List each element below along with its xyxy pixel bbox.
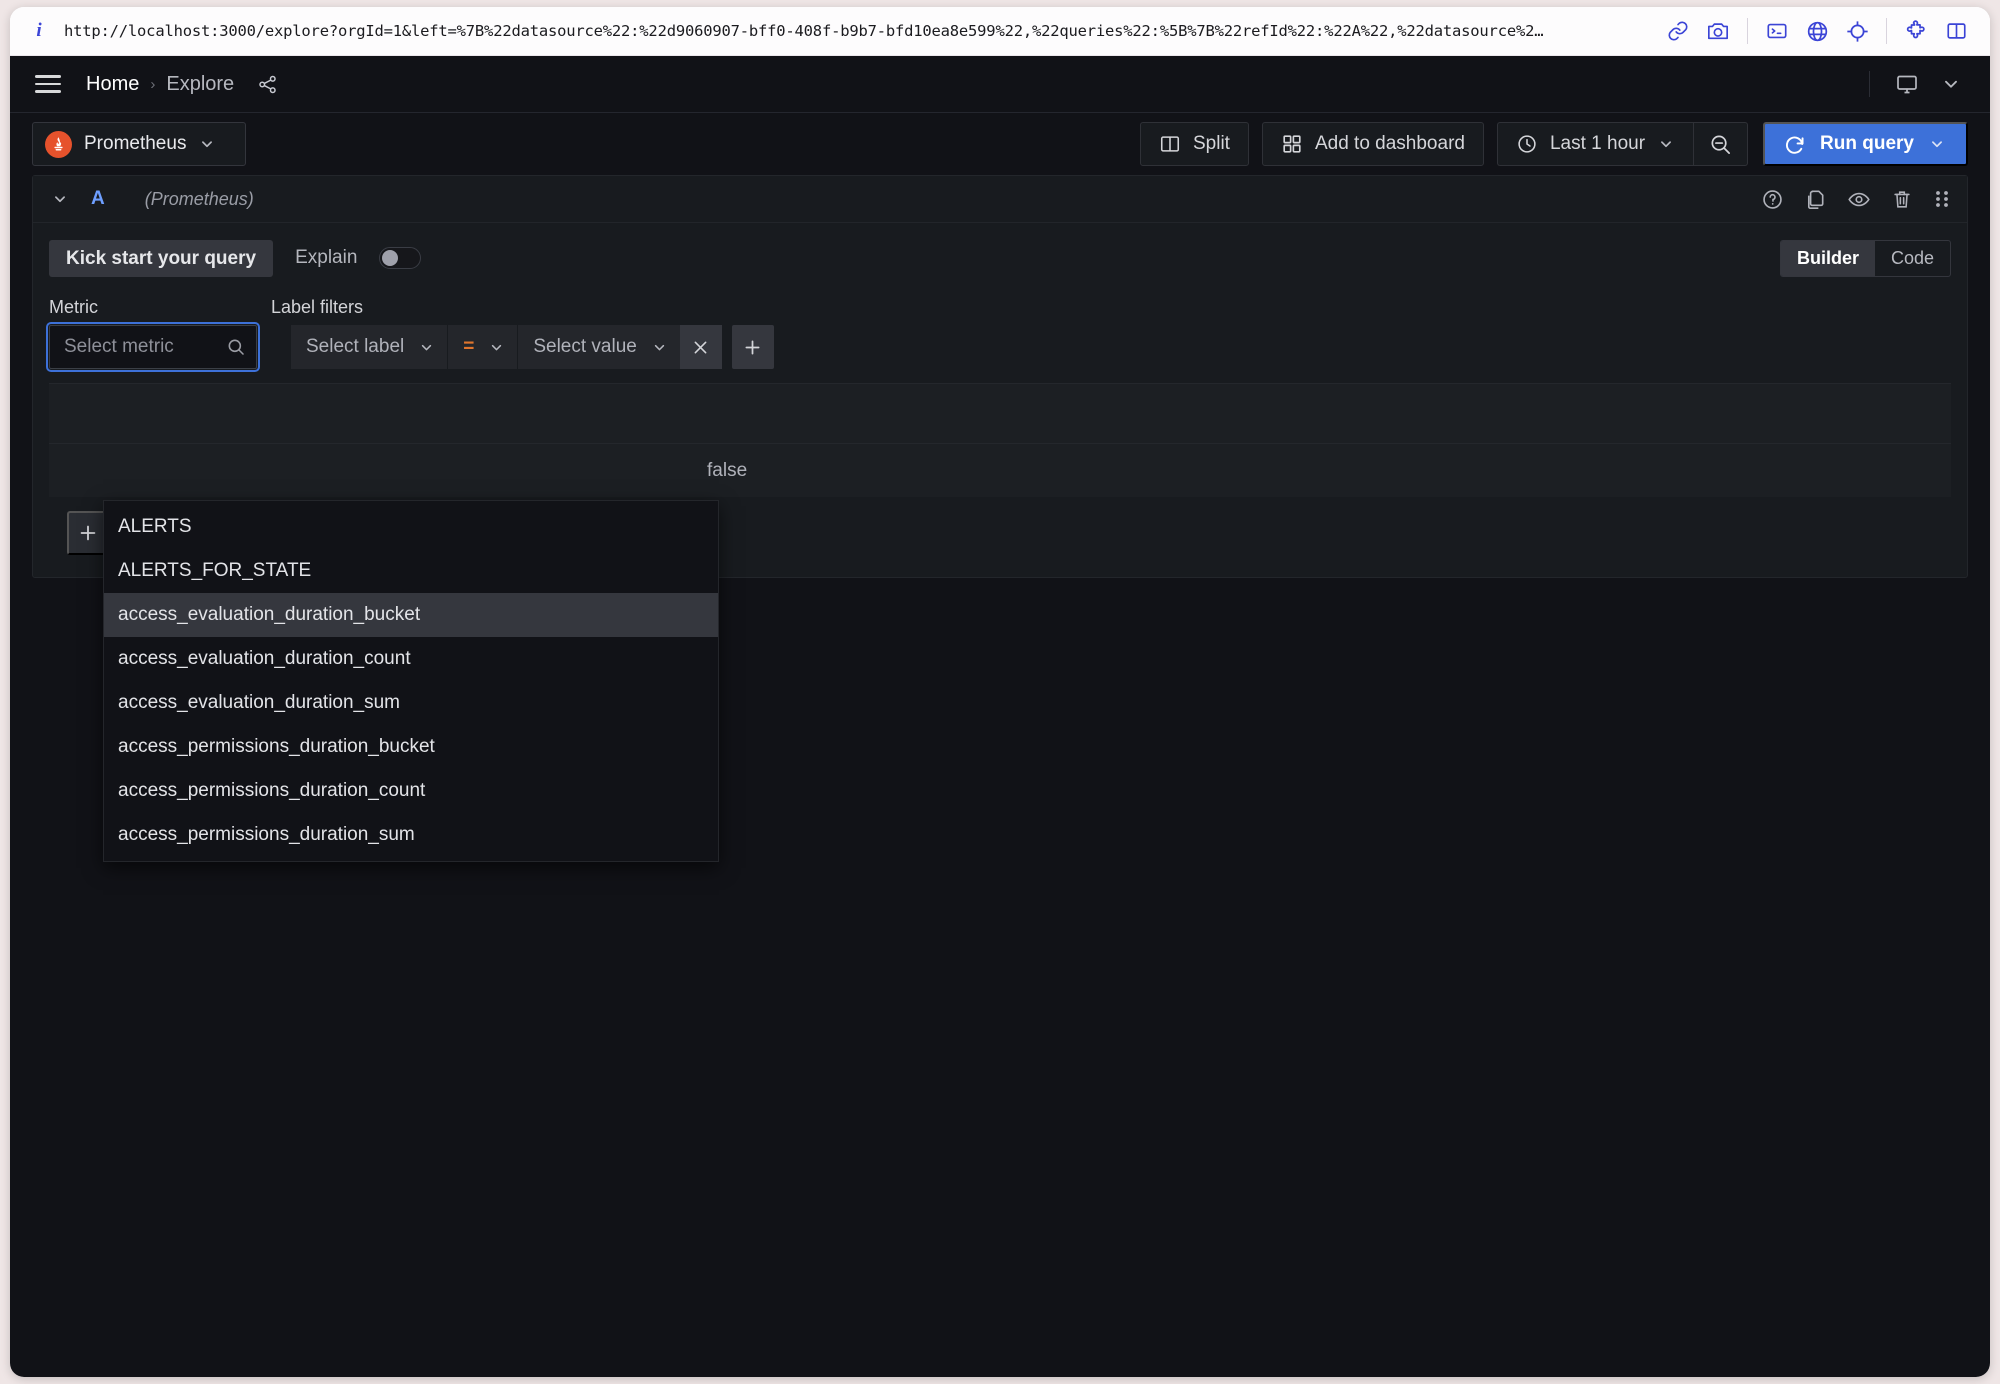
grafana-app: Home › Explore: [10, 56, 1990, 1377]
time-range-group: Last 1 hour: [1497, 122, 1748, 166]
remove-label-filter-button[interactable]: [680, 325, 722, 369]
collapse-chevron-icon[interactable]: [47, 190, 73, 208]
label-filters-section-label: Label filters: [271, 297, 363, 318]
navbar-divider: [1869, 71, 1870, 97]
share-icon[interactable]: [257, 74, 278, 95]
browser-url-bar: i http://localhost:3000/explore?orgId=1&…: [10, 7, 1990, 56]
metric-option[interactable]: access_permissions_duration_count: [104, 769, 718, 813]
clock-icon: [1516, 133, 1538, 155]
split-icon: [1159, 133, 1181, 155]
metric-option[interactable]: access_evaluation_duration_count: [104, 637, 718, 681]
search-icon: [226, 337, 246, 357]
query-row-actions: [1761, 188, 1951, 211]
metric-option[interactable]: ALERTS_FOR_STATE: [104, 549, 718, 593]
terminal-icon[interactable]: [1757, 14, 1797, 48]
explain-label: Explain: [295, 247, 357, 269]
chevron-down-icon: [488, 339, 505, 356]
datasource-picker[interactable]: Prometheus: [32, 122, 246, 166]
prometheus-logo: [45, 131, 72, 158]
split-button[interactable]: Split: [1140, 122, 1249, 166]
breadcrumb-separator: ›: [150, 76, 155, 93]
target-icon[interactable]: [1837, 14, 1877, 48]
tab-code[interactable]: Code: [1875, 241, 1950, 276]
hamburger-menu-icon[interactable]: [32, 68, 64, 100]
metric-option[interactable]: access_evaluation_duration_sum: [104, 681, 718, 725]
explain-toggle[interactable]: [379, 247, 421, 269]
metric-option-highlighted[interactable]: access_evaluation_duration_bucket: [104, 593, 718, 637]
query-row-header: A (Prometheus): [33, 176, 1967, 223]
label-filters-controls: Select label = Select valu: [291, 325, 774, 369]
globe-icon[interactable]: [1797, 14, 1837, 48]
explore-toolbar: Prometheus Split: [10, 113, 1990, 175]
query-ref-id[interactable]: A: [91, 188, 105, 210]
page-info-icon[interactable]: i: [28, 20, 50, 42]
sidebar-panel-icon[interactable]: [1936, 14, 1976, 48]
add-to-dashboard-button[interactable]: Add to dashboard: [1262, 122, 1484, 166]
toolbar-actions: Split Add to dashboard: [1140, 122, 1968, 166]
chevron-down-icon: [651, 339, 668, 356]
eye-icon[interactable]: [1847, 188, 1871, 211]
chevron-down-icon[interactable]: [1932, 67, 1970, 101]
metric-option[interactable]: ALERTS: [104, 505, 718, 549]
run-query-label: Run query: [1820, 133, 1914, 155]
drag-handle-icon[interactable]: [1933, 188, 1951, 210]
metric-placeholder: Select metric: [64, 336, 226, 358]
select-value-dropdown[interactable]: Select value: [517, 325, 680, 369]
metric-section-label: Metric: [49, 297, 271, 318]
run-query-button[interactable]: Run query: [1763, 122, 1968, 166]
zoom-out-icon: [1709, 133, 1732, 156]
navbar-right-actions: [1869, 67, 1970, 101]
add-to-dashboard-label: Add to dashboard: [1315, 133, 1465, 155]
breadcrumb-home[interactable]: Home: [86, 73, 139, 96]
metric-dropdown-menu: ALERTS ALERTS_FOR_STATE access_evaluatio…: [103, 500, 719, 862]
kick-start-query-button[interactable]: Kick start your query: [49, 240, 273, 277]
metric-option[interactable]: access_permissions_duration_bucket: [104, 725, 718, 769]
time-range-picker[interactable]: Last 1 hour: [1497, 122, 1693, 166]
select-value-placeholder: Select value: [533, 336, 637, 358]
toolbar-divider-2: [1886, 18, 1887, 44]
operations-row-value: false: [707, 460, 747, 482]
camera-icon[interactable]: [1698, 14, 1738, 48]
chevron-down-icon: [418, 339, 435, 356]
refresh-icon: [1783, 133, 1806, 156]
browser-window: i http://localhost:3000/explore?orgId=1&…: [10, 7, 1990, 1377]
link-icon[interactable]: [1658, 14, 1698, 48]
toolbar-divider: [1747, 18, 1748, 44]
breadcrumb-explore[interactable]: Explore: [166, 73, 234, 96]
puzzle-icon[interactable]: [1896, 14, 1936, 48]
dashboard-grid-icon: [1281, 133, 1303, 155]
split-label: Split: [1193, 133, 1230, 155]
query-datasource-label: (Prometheus): [145, 189, 254, 210]
breadcrumb: Home › Explore: [86, 73, 278, 96]
metric-option[interactable]: access_permissions_duration_sum: [104, 813, 718, 857]
datasource-name: Prometheus: [84, 133, 186, 155]
select-label-dropdown[interactable]: Select label: [291, 325, 447, 369]
help-icon[interactable]: [1761, 188, 1784, 211]
builder-code-toggle: Builder Code: [1780, 240, 1951, 277]
builder-controls: Select metric Select label: [49, 325, 1951, 369]
app-navbar: Home › Explore: [10, 56, 1990, 113]
query-editor-panel: A (Prometheus): [32, 175, 1968, 578]
operations-row-2[interactable]: false: [49, 443, 1951, 497]
operator-value: =: [463, 336, 474, 358]
url-text[interactable]: http://localhost:3000/explore?orgId=1&le…: [64, 22, 1658, 40]
section-labels: Metric Label filters: [49, 297, 1951, 318]
operator-dropdown[interactable]: =: [447, 325, 517, 369]
chevron-down-icon: [1657, 135, 1675, 153]
duplicate-icon[interactable]: [1804, 188, 1827, 211]
add-label-filter-button[interactable]: [732, 325, 774, 369]
operations-rows: false: [49, 383, 1951, 497]
editor-top-row: Kick start your query Explain Builder Co…: [49, 237, 1951, 279]
metric-select[interactable]: Select metric: [49, 325, 257, 369]
monitor-icon[interactable]: [1888, 67, 1926, 101]
tab-builder[interactable]: Builder: [1781, 241, 1875, 276]
chevron-down-icon: [198, 135, 216, 153]
trash-icon[interactable]: [1891, 188, 1913, 211]
chevron-down-icon[interactable]: [1928, 135, 1946, 153]
time-range-label: Last 1 hour: [1550, 133, 1645, 155]
zoom-out-button[interactable]: [1693, 122, 1748, 166]
operations-row-1[interactable]: [49, 383, 1951, 443]
select-label-placeholder: Select label: [306, 336, 404, 358]
browser-toolbar-icons: [1658, 14, 1976, 48]
